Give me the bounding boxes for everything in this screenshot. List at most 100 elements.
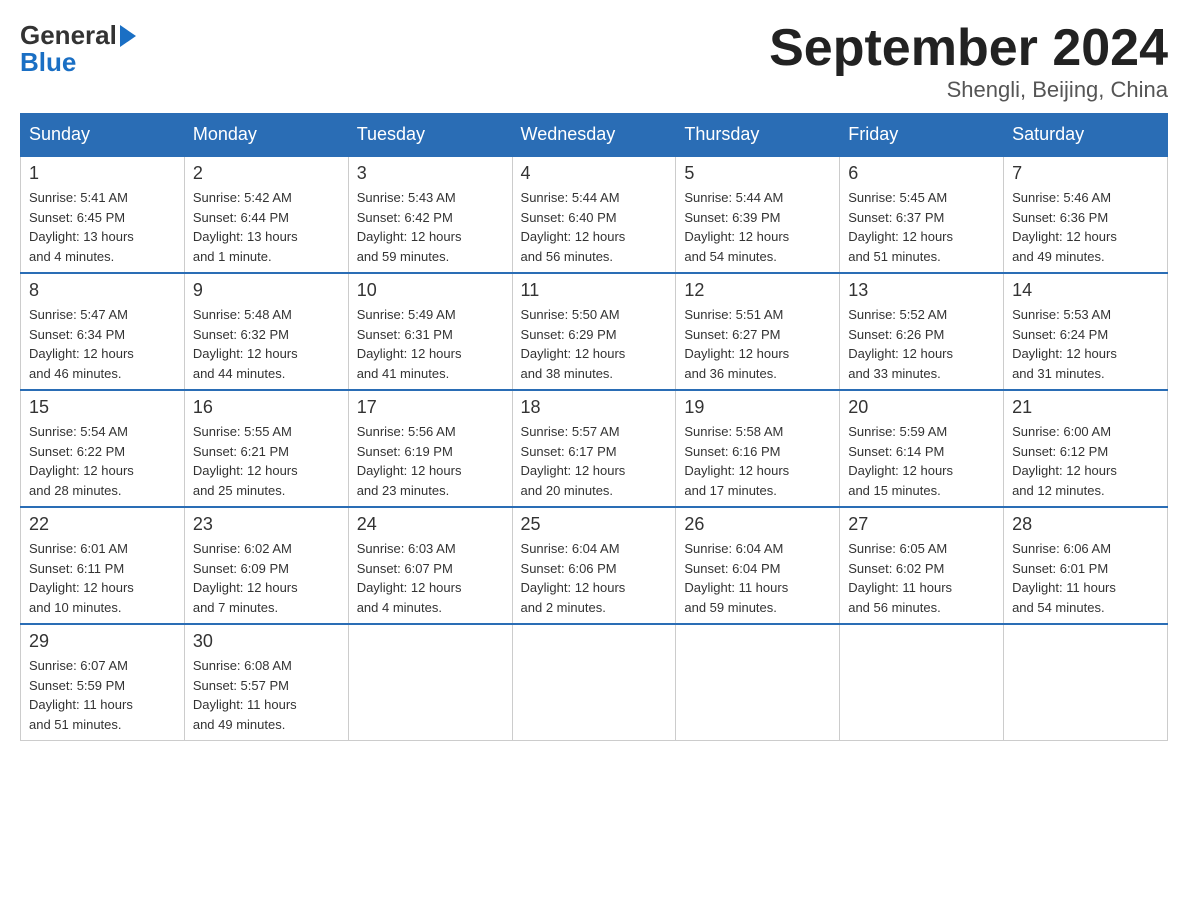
day-info: Sunrise: 5:47 AMSunset: 6:34 PMDaylight:… <box>29 305 176 383</box>
day-info: Sunrise: 5:52 AMSunset: 6:26 PMDaylight:… <box>848 305 995 383</box>
day-number: 26 <box>684 514 831 535</box>
calendar-week-4: 22 Sunrise: 6:01 AMSunset: 6:11 PMDayligh… <box>21 507 1168 624</box>
day-number: 3 <box>357 163 504 184</box>
header-sunday: Sunday <box>21 114 185 157</box>
day-info: Sunrise: 5:44 AMSunset: 6:40 PMDaylight:… <box>521 188 668 266</box>
day-info: Sunrise: 6:03 AMSunset: 6:07 PMDaylight:… <box>357 539 504 617</box>
calendar-cell: 16 Sunrise: 5:55 AMSunset: 6:21 PMDayligh… <box>184 390 348 507</box>
calendar-cell: 9Sunrise: 5:48 AMSunset: 6:32 PMDaylight… <box>184 273 348 390</box>
day-number: 13 <box>848 280 995 301</box>
day-number: 11 <box>521 280 668 301</box>
calendar-cell: 13 Sunrise: 5:52 AMSunset: 6:26 PMDayligh… <box>840 273 1004 390</box>
calendar-cell: 29Sunrise: 6:07 AMSunset: 5:59 PMDayligh… <box>21 624 185 741</box>
calendar-cell: 27 Sunrise: 6:05 AMSunset: 6:02 PMDayligh… <box>840 507 1004 624</box>
calendar-week-2: 8 Sunrise: 5:47 AMSunset: 6:34 PMDaylight… <box>21 273 1168 390</box>
calendar-cell <box>1004 624 1168 741</box>
calendar-cell: 10 Sunrise: 5:49 AMSunset: 6:31 PMDayligh… <box>348 273 512 390</box>
day-number: 22 <box>29 514 176 535</box>
header-friday: Friday <box>840 114 1004 157</box>
day-info: Sunrise: 6:02 AMSunset: 6:09 PMDaylight:… <box>193 539 340 617</box>
day-info: Sunrise: 5:46 AMSunset: 6:36 PMDaylight:… <box>1012 188 1159 266</box>
day-info: Sunrise: 6:01 AMSunset: 6:11 PMDaylight:… <box>29 539 176 617</box>
calendar-week-3: 15 Sunrise: 5:54 AMSunset: 6:22 PMDayligh… <box>21 390 1168 507</box>
day-number: 27 <box>848 514 995 535</box>
day-info: Sunrise: 5:58 AMSunset: 6:16 PMDaylight:… <box>684 422 831 500</box>
title-area: September 2024 Shengli, Beijing, China <box>769 20 1168 103</box>
day-info: Sunrise: 5:53 AMSunset: 6:24 PMDaylight:… <box>1012 305 1159 383</box>
day-info: Sunrise: 5:45 AMSunset: 6:37 PMDaylight:… <box>848 188 995 266</box>
day-number: 21 <box>1012 397 1159 418</box>
calendar-week-5: 29Sunrise: 6:07 AMSunset: 5:59 PMDayligh… <box>21 624 1168 741</box>
day-number: 10 <box>357 280 504 301</box>
day-info: Sunrise: 6:04 AMSunset: 6:04 PMDaylight:… <box>684 539 831 617</box>
day-number: 24 <box>357 514 504 535</box>
calendar-cell: 12Sunrise: 5:51 AMSunset: 6:27 PMDayligh… <box>676 273 840 390</box>
calendar-cell: 21 Sunrise: 6:00 AMSunset: 6:12 PMDayligh… <box>1004 390 1168 507</box>
day-info: Sunrise: 5:54 AMSunset: 6:22 PMDaylight:… <box>29 422 176 500</box>
calendar: SundayMondayTuesdayWednesdayThursdayFrid… <box>20 113 1168 741</box>
day-number: 14 <box>1012 280 1159 301</box>
calendar-cell: 14 Sunrise: 5:53 AMSunset: 6:24 PMDayligh… <box>1004 273 1168 390</box>
day-number: 18 <box>521 397 668 418</box>
day-number: 4 <box>521 163 668 184</box>
calendar-cell <box>676 624 840 741</box>
day-info: Sunrise: 6:00 AMSunset: 6:12 PMDaylight:… <box>1012 422 1159 500</box>
day-number: 5 <box>684 163 831 184</box>
day-number: 17 <box>357 397 504 418</box>
calendar-cell: 19 Sunrise: 5:58 AMSunset: 6:16 PMDayligh… <box>676 390 840 507</box>
calendar-cell: 23 Sunrise: 6:02 AMSunset: 6:09 PMDayligh… <box>184 507 348 624</box>
day-info: Sunrise: 5:42 AMSunset: 6:44 PMDaylight:… <box>193 188 340 266</box>
day-info: Sunrise: 5:41 AMSunset: 6:45 PMDaylight:… <box>29 188 176 266</box>
calendar-cell: 28Sunrise: 6:06 AMSunset: 6:01 PMDayligh… <box>1004 507 1168 624</box>
location: Shengli, Beijing, China <box>769 77 1168 103</box>
day-info: Sunrise: 6:04 AMSunset: 6:06 PMDaylight:… <box>521 539 668 617</box>
calendar-cell: 5 Sunrise: 5:44 AMSunset: 6:39 PMDaylight… <box>676 156 840 273</box>
calendar-cell <box>512 624 676 741</box>
calendar-cell: 18Sunrise: 5:57 AMSunset: 6:17 PMDayligh… <box>512 390 676 507</box>
calendar-cell: 30 Sunrise: 6:08 AMSunset: 5:57 PMDayligh… <box>184 624 348 741</box>
calendar-cell: 26 Sunrise: 6:04 AMSunset: 6:04 PMDayligh… <box>676 507 840 624</box>
header-monday: Monday <box>184 114 348 157</box>
day-number: 15 <box>29 397 176 418</box>
logo-arrow-icon <box>120 25 136 47</box>
day-number: 23 <box>193 514 340 535</box>
calendar-cell: 17 Sunrise: 5:56 AMSunset: 6:19 PMDayligh… <box>348 390 512 507</box>
day-info: Sunrise: 5:49 AMSunset: 6:31 PMDaylight:… <box>357 305 504 383</box>
day-number: 2 <box>193 163 340 184</box>
calendar-cell: 3 Sunrise: 5:43 AMSunset: 6:42 PMDaylight… <box>348 156 512 273</box>
header-tuesday: Tuesday <box>348 114 512 157</box>
day-number: 6 <box>848 163 995 184</box>
calendar-cell: 22 Sunrise: 6:01 AMSunset: 6:11 PMDayligh… <box>21 507 185 624</box>
day-info: Sunrise: 5:55 AMSunset: 6:21 PMDaylight:… <box>193 422 340 500</box>
day-info: Sunrise: 5:48 AMSunset: 6:32 PMDaylight:… <box>193 305 340 383</box>
calendar-week-1: 1Sunrise: 5:41 AMSunset: 6:45 PMDaylight… <box>21 156 1168 273</box>
calendar-cell: 20Sunrise: 5:59 AMSunset: 6:14 PMDayligh… <box>840 390 1004 507</box>
calendar-cell <box>348 624 512 741</box>
calendar-cell: 4 Sunrise: 5:44 AMSunset: 6:40 PMDaylight… <box>512 156 676 273</box>
calendar-cell: 2 Sunrise: 5:42 AMSunset: 6:44 PMDaylight… <box>184 156 348 273</box>
day-number: 8 <box>29 280 176 301</box>
day-number: 28 <box>1012 514 1159 535</box>
day-info: Sunrise: 5:59 AMSunset: 6:14 PMDaylight:… <box>848 422 995 500</box>
logo: General Blue <box>20 20 136 78</box>
day-info: Sunrise: 5:44 AMSunset: 6:39 PMDaylight:… <box>684 188 831 266</box>
calendar-cell <box>840 624 1004 741</box>
day-number: 16 <box>193 397 340 418</box>
calendar-cell: 11Sunrise: 5:50 AMSunset: 6:29 PMDayligh… <box>512 273 676 390</box>
day-info: Sunrise: 5:56 AMSunset: 6:19 PMDaylight:… <box>357 422 504 500</box>
day-info: Sunrise: 5:51 AMSunset: 6:27 PMDaylight:… <box>684 305 831 383</box>
header-thursday: Thursday <box>676 114 840 157</box>
day-info: Sunrise: 6:08 AMSunset: 5:57 PMDaylight:… <box>193 656 340 734</box>
logo-text-blue: Blue <box>20 47 136 78</box>
day-info: Sunrise: 6:05 AMSunset: 6:02 PMDaylight:… <box>848 539 995 617</box>
day-number: 29 <box>29 631 176 652</box>
header-wednesday: Wednesday <box>512 114 676 157</box>
calendar-cell: 15 Sunrise: 5:54 AMSunset: 6:22 PMDayligh… <box>21 390 185 507</box>
day-number: 19 <box>684 397 831 418</box>
calendar-cell: 25Sunrise: 6:04 AMSunset: 6:06 PMDayligh… <box>512 507 676 624</box>
day-info: Sunrise: 5:43 AMSunset: 6:42 PMDaylight:… <box>357 188 504 266</box>
header: General Blue September 2024 Shengli, Bei… <box>20 20 1168 103</box>
day-number: 7 <box>1012 163 1159 184</box>
day-number: 30 <box>193 631 340 652</box>
calendar-cell: 24 Sunrise: 6:03 AMSunset: 6:07 PMDayligh… <box>348 507 512 624</box>
